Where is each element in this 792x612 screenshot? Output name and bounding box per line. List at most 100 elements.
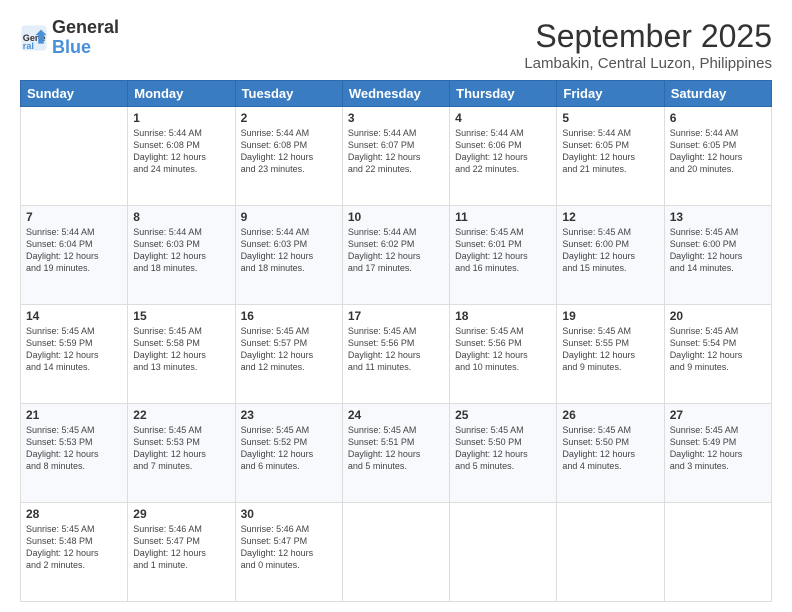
calendar-week-0: 1 Sunrise: 5:44 AM Sunset: 6:08 PM Daylig…	[21, 107, 772, 206]
logo-text: General Blue	[52, 18, 119, 58]
calendar-cell: 8 Sunrise: 5:44 AM Sunset: 6:03 PM Daylig…	[128, 206, 235, 305]
day-info: Sunrise: 5:45 AM Sunset: 5:58 PM Dayligh…	[133, 325, 229, 374]
day-number: 9	[241, 210, 337, 224]
day-info: Sunrise: 5:45 AM Sunset: 5:52 PM Dayligh…	[241, 424, 337, 473]
calendar-cell: 7Sunrise: 5:44 AM Sunset: 6:04 PM Daylig…	[21, 206, 128, 305]
day-number: 27	[670, 408, 766, 422]
day-info: Sunrise: 5:45 AM Sunset: 5:54 PM Dayligh…	[670, 325, 766, 374]
calendar-cell: 5 Sunrise: 5:44 AM Sunset: 6:05 PM Daylig…	[557, 107, 664, 206]
calendar-cell: 14Sunrise: 5:45 AM Sunset: 5:59 PM Dayli…	[21, 305, 128, 404]
calendar-week-3: 21 Sunrise: 5:45 AM Sunset: 5:53 PM Dayli…	[21, 404, 772, 503]
day-number: 17	[348, 309, 444, 323]
day-info: Sunrise: 5:44 AM Sunset: 6:03 PM Dayligh…	[241, 226, 337, 275]
day-number: 30	[241, 507, 337, 521]
day-info: Sunrise: 5:46 AM Sunset: 5:47 PM Dayligh…	[133, 523, 229, 572]
day-info: Sunrise: 5:45 AM Sunset: 5:53 PM Dayligh…	[26, 424, 122, 473]
calendar-cell: 22Sunrise: 5:45 AM Sunset: 5:53 PM Dayli…	[128, 404, 235, 503]
day-number: 1	[133, 111, 229, 125]
calendar-header-tuesday: Tuesday	[235, 81, 342, 107]
day-info: Sunrise: 5:45 AM Sunset: 5:53 PM Dayligh…	[133, 424, 229, 473]
day-number: 14	[26, 309, 122, 323]
title-block: September 2025 Lambakin, Central Luzon, …	[524, 18, 772, 72]
calendar-cell: 11 Sunrise: 5:45 AM Sunset: 6:01 PM Dayli…	[450, 206, 557, 305]
day-info: Sunrise: 5:44 AM Sunset: 6:04 PM Dayligh…	[26, 226, 122, 275]
calendar-cell: 18Sunrise: 5:45 AM Sunset: 5:56 PM Dayli…	[450, 305, 557, 404]
calendar-cell: 21 Sunrise: 5:45 AM Sunset: 5:53 PM Dayli…	[21, 404, 128, 503]
calendar-cell: 26 Sunrise: 5:45 AM Sunset: 5:50 PM Dayli…	[557, 404, 664, 503]
calendar-cell: 30Sunrise: 5:46 AM Sunset: 5:47 PM Dayli…	[235, 503, 342, 602]
day-number: 12	[562, 210, 658, 224]
calendar-cell: 2Sunrise: 5:44 AM Sunset: 6:08 PM Daylig…	[235, 107, 342, 206]
calendar-cell: 24 Sunrise: 5:45 AM Sunset: 5:51 PM Dayli…	[342, 404, 449, 503]
calendar-header-wednesday: Wednesday	[342, 81, 449, 107]
calendar-cell: 29Sunrise: 5:46 AM Sunset: 5:47 PM Dayli…	[128, 503, 235, 602]
calendar-header-sunday: Sunday	[21, 81, 128, 107]
day-info: Sunrise: 5:45 AM Sunset: 5:51 PM Dayligh…	[348, 424, 444, 473]
calendar-header-saturday: Saturday	[664, 81, 771, 107]
day-number: 15	[133, 309, 229, 323]
day-info: Sunrise: 5:44 AM Sunset: 6:02 PM Dayligh…	[348, 226, 444, 275]
calendar-cell: 16Sunrise: 5:45 AM Sunset: 5:57 PM Dayli…	[235, 305, 342, 404]
day-number: 19	[562, 309, 658, 323]
calendar-cell: 19Sunrise: 5:45 AM Sunset: 5:55 PM Dayli…	[557, 305, 664, 404]
calendar-table: SundayMondayTuesdayWednesdayThursdayFrid…	[20, 80, 772, 602]
day-number: 11	[455, 210, 551, 224]
calendar-cell: 9 Sunrise: 5:44 AM Sunset: 6:03 PM Daylig…	[235, 206, 342, 305]
day-number: 26	[562, 408, 658, 422]
day-number: 10	[348, 210, 444, 224]
day-number: 20	[670, 309, 766, 323]
calendar-cell: 10 Sunrise: 5:44 AM Sunset: 6:02 PM Dayli…	[342, 206, 449, 305]
calendar-cell: 23 Sunrise: 5:45 AM Sunset: 5:52 PM Dayli…	[235, 404, 342, 503]
day-number: 21	[26, 408, 122, 422]
day-number: 25	[455, 408, 551, 422]
day-number: 23	[241, 408, 337, 422]
day-info: Sunrise: 5:45 AM Sunset: 6:01 PM Dayligh…	[455, 226, 551, 275]
day-info: Sunrise: 5:44 AM Sunset: 6:08 PM Dayligh…	[133, 127, 229, 176]
calendar-week-1: 7Sunrise: 5:44 AM Sunset: 6:04 PM Daylig…	[21, 206, 772, 305]
calendar-cell	[450, 503, 557, 602]
calendar-cell: 1 Sunrise: 5:44 AM Sunset: 6:08 PM Daylig…	[128, 107, 235, 206]
calendar-cell: 12 Sunrise: 5:45 AM Sunset: 6:00 PM Dayli…	[557, 206, 664, 305]
day-info: Sunrise: 5:45 AM Sunset: 6:00 PM Dayligh…	[670, 226, 766, 275]
calendar-cell	[21, 107, 128, 206]
logo-line1: General	[52, 18, 119, 38]
day-info: Sunrise: 5:45 AM Sunset: 5:50 PM Dayligh…	[562, 424, 658, 473]
calendar-cell: 28 Sunrise: 5:45 AM Sunset: 5:48 PM Dayli…	[21, 503, 128, 602]
calendar-header-thursday: Thursday	[450, 81, 557, 107]
day-number: 4	[455, 111, 551, 125]
day-info: Sunrise: 5:44 AM Sunset: 6:08 PM Dayligh…	[241, 127, 337, 176]
day-number: 8	[133, 210, 229, 224]
calendar-header-friday: Friday	[557, 81, 664, 107]
day-number: 28	[26, 507, 122, 521]
day-info: Sunrise: 5:45 AM Sunset: 5:48 PM Dayligh…	[26, 523, 122, 572]
day-number: 5	[562, 111, 658, 125]
svg-text:ral: ral	[23, 41, 34, 51]
header: Gene ral General Blue September 2025 Lam…	[20, 18, 772, 72]
calendar-cell: 13 Sunrise: 5:45 AM Sunset: 6:00 PM Dayli…	[664, 206, 771, 305]
calendar-cell	[557, 503, 664, 602]
calendar-cell: 4 Sunrise: 5:44 AM Sunset: 6:06 PM Daylig…	[450, 107, 557, 206]
day-info: Sunrise: 5:45 AM Sunset: 6:00 PM Dayligh…	[562, 226, 658, 275]
day-info: Sunrise: 5:44 AM Sunset: 6:03 PM Dayligh…	[133, 226, 229, 275]
calendar-cell	[664, 503, 771, 602]
calendar-cell: 27Sunrise: 5:45 AM Sunset: 5:49 PM Dayli…	[664, 404, 771, 503]
day-info: Sunrise: 5:44 AM Sunset: 6:06 PM Dayligh…	[455, 127, 551, 176]
day-number: 24	[348, 408, 444, 422]
day-info: Sunrise: 5:44 AM Sunset: 6:05 PM Dayligh…	[670, 127, 766, 176]
subtitle: Lambakin, Central Luzon, Philippines	[524, 55, 772, 72]
calendar-cell: 3Sunrise: 5:44 AM Sunset: 6:07 PM Daylig…	[342, 107, 449, 206]
main-title: September 2025	[524, 18, 772, 55]
calendar-week-4: 28 Sunrise: 5:45 AM Sunset: 5:48 PM Dayli…	[21, 503, 772, 602]
calendar-cell	[342, 503, 449, 602]
logo-icon: Gene ral	[20, 24, 48, 52]
calendar-header-monday: Monday	[128, 81, 235, 107]
logo: Gene ral General Blue	[20, 18, 119, 58]
calendar-cell: 20 Sunrise: 5:45 AM Sunset: 5:54 PM Dayli…	[664, 305, 771, 404]
calendar-cell: 6Sunrise: 5:44 AM Sunset: 6:05 PM Daylig…	[664, 107, 771, 206]
day-info: Sunrise: 5:44 AM Sunset: 6:05 PM Dayligh…	[562, 127, 658, 176]
day-number: 13	[670, 210, 766, 224]
calendar-cell: 25 Sunrise: 5:45 AM Sunset: 5:50 PM Dayli…	[450, 404, 557, 503]
calendar-header-row: SundayMondayTuesdayWednesdayThursdayFrid…	[21, 81, 772, 107]
day-info: Sunrise: 5:45 AM Sunset: 5:50 PM Dayligh…	[455, 424, 551, 473]
calendar-cell: 15 Sunrise: 5:45 AM Sunset: 5:58 PM Dayli…	[128, 305, 235, 404]
